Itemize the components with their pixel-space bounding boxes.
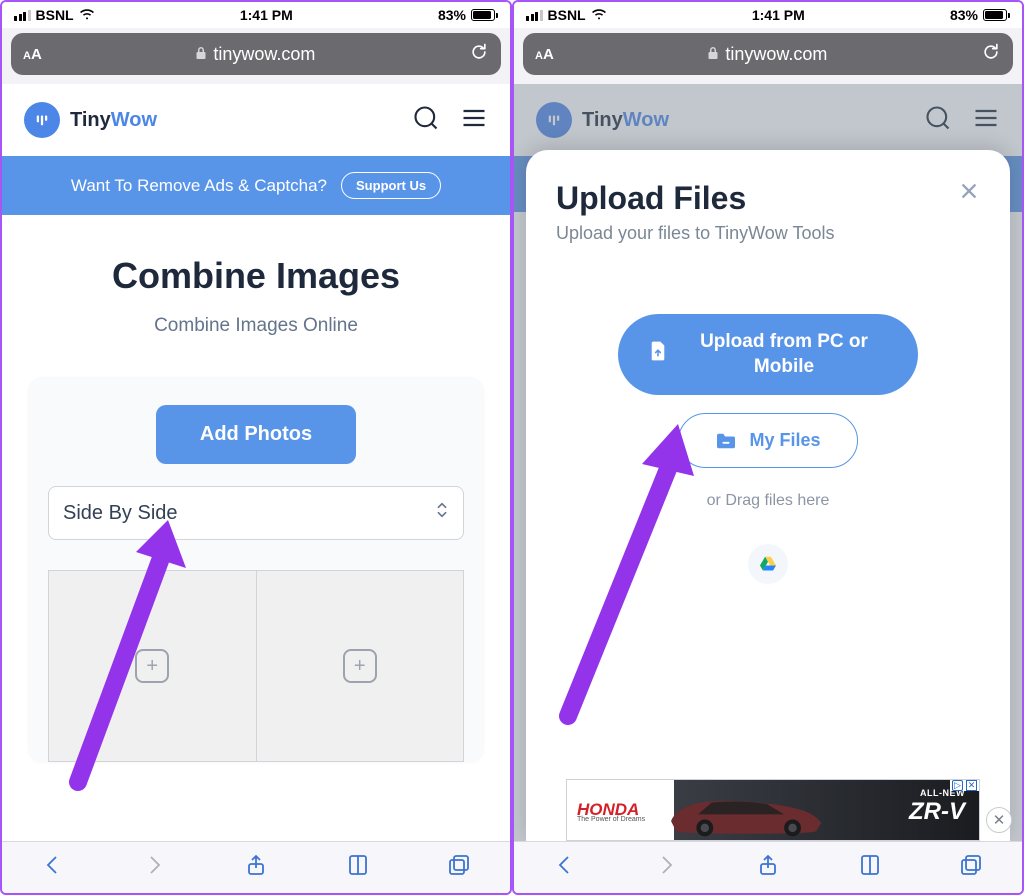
my-files-label: My Files	[749, 430, 820, 451]
battery-icon	[471, 9, 498, 21]
url-domain: tinywow.com	[725, 44, 827, 65]
plus-icon: +	[343, 649, 377, 683]
site-header: TinyWow	[2, 84, 510, 156]
file-upload-icon	[648, 340, 668, 370]
safari-url-bar: AA tinywow.com	[2, 28, 510, 84]
search-icon[interactable]	[412, 104, 440, 137]
image-slots: + +	[48, 570, 464, 762]
wifi-icon	[591, 7, 607, 23]
upload-from-device-button[interactable]: Upload from PC or Mobile	[618, 314, 918, 395]
my-files-button[interactable]: My Files	[678, 413, 857, 468]
adchoices-icon[interactable]: ▷ ✕	[950, 780, 979, 791]
plus-icon: +	[135, 649, 169, 683]
tabs-button[interactable]	[959, 853, 983, 882]
tabs-button[interactable]	[447, 853, 471, 882]
reader-aa-icon[interactable]: AA	[535, 46, 554, 63]
close-icon[interactable]	[958, 180, 980, 207]
safari-toolbar	[2, 841, 510, 893]
signal-icon	[526, 10, 543, 21]
reload-icon[interactable]	[981, 42, 1001, 67]
bookmarks-button[interactable]	[858, 853, 882, 882]
menu-icon[interactable]	[460, 104, 488, 137]
main-content: Combine Images Combine Images Online Add…	[2, 215, 510, 762]
screenshot-right: BSNL 1:41 PM 83% AA	[512, 0, 1024, 895]
url-domain: tinywow.com	[213, 44, 315, 65]
modal-subtitle: Upload your files to TinyWow Tools	[556, 223, 834, 244]
google-drive-button[interactable]	[748, 544, 788, 584]
reload-icon[interactable]	[469, 42, 489, 67]
bookmarks-button[interactable]	[346, 853, 370, 882]
carrier-label: BSNL	[548, 7, 586, 23]
page-title: Combine Images	[28, 255, 484, 297]
ad-car-image	[662, 784, 832, 838]
forward-button[interactable]	[142, 853, 166, 882]
ad-model: ZR-V	[909, 798, 965, 826]
lock-icon	[195, 44, 207, 65]
battery-percent: 83%	[438, 7, 466, 23]
status-bar: BSNL 1:41 PM 83%	[514, 2, 1022, 28]
add-photos-button[interactable]: Add Photos	[156, 405, 356, 464]
chevron-updown-icon	[435, 501, 449, 525]
support-us-button[interactable]: Support Us	[341, 172, 441, 199]
url-pill[interactable]: AA tinywow.com	[11, 33, 501, 75]
upload-button-label: Upload from PC or Mobile	[680, 330, 888, 379]
image-slot[interactable]: +	[257, 571, 464, 761]
battery-icon	[983, 9, 1010, 21]
tool-card: Add Photos Side By Side + +	[28, 377, 484, 762]
page-subtitle: Combine Images Online	[28, 315, 484, 337]
battery-percent: 83%	[950, 7, 978, 23]
safari-url-bar: AA tinywow.com	[514, 28, 1022, 84]
url-pill[interactable]: AA tinywow.com	[523, 33, 1013, 75]
back-button[interactable]	[41, 853, 65, 882]
layout-select-value: Side By Side	[63, 502, 178, 525]
ad-tagline: The Power of Dreams	[567, 816, 645, 823]
promo-banner: Want To Remove Ads & Captcha? Support Us	[2, 156, 510, 215]
logo-text: TinyWow	[70, 109, 157, 132]
safari-toolbar	[514, 841, 1022, 893]
upload-modal: Upload Files Upload your files to TinyWo…	[526, 150, 1010, 841]
signal-icon	[14, 10, 31, 21]
clock: 1:41 PM	[752, 7, 805, 23]
ad-close-button[interactable]: ✕	[986, 807, 1012, 833]
drag-hint: or Drag files here	[556, 492, 980, 510]
reader-aa-icon[interactable]: AA	[23, 46, 42, 63]
layout-select[interactable]: Side By Side	[48, 486, 464, 540]
forward-button[interactable]	[654, 853, 678, 882]
share-button[interactable]	[756, 853, 780, 882]
logo-icon	[24, 102, 60, 138]
image-slot[interactable]: +	[49, 571, 257, 761]
share-button[interactable]	[244, 853, 268, 882]
google-drive-icon	[759, 556, 777, 572]
screenshot-left: BSNL 1:41 PM 83% AA	[0, 0, 512, 895]
carrier-label: BSNL	[36, 7, 74, 23]
promo-text: Want To Remove Ads & Captcha?	[71, 176, 327, 196]
status-bar: BSNL 1:41 PM 83%	[2, 2, 510, 28]
ad-banner[interactable]: HONDA The Power of Dreams ALL-NEW ZR-V ▷…	[566, 779, 980, 841]
folder-icon	[715, 432, 737, 450]
back-button[interactable]	[553, 853, 577, 882]
modal-title: Upload Files	[556, 180, 834, 217]
lock-icon	[707, 44, 719, 65]
clock: 1:41 PM	[240, 7, 293, 23]
wifi-icon	[79, 7, 95, 23]
logo[interactable]: TinyWow	[24, 102, 157, 138]
